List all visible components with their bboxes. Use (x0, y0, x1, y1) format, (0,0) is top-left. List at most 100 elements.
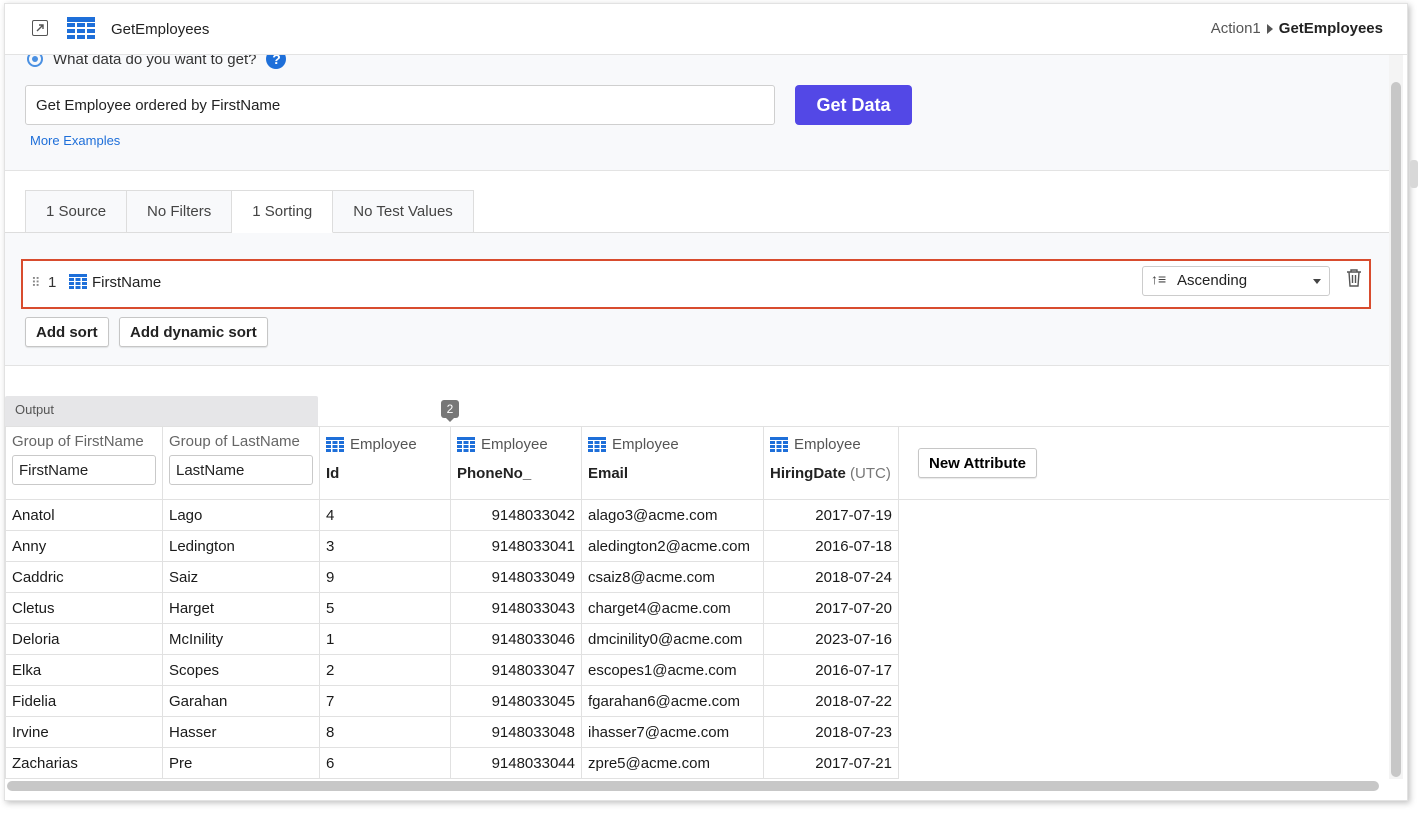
output-grid: Group of FirstName Group of LastName Emp… (5, 426, 899, 779)
cell-id: 3 (320, 531, 451, 562)
more-examples-link[interactable]: More Examples (30, 133, 120, 148)
column-attribute: HiringDate (UTC) (770, 465, 891, 482)
cell-lastname: Harget (163, 593, 320, 624)
cell-lastname: Hasser (163, 717, 320, 748)
table-row: ElkaScopes29148033047escopes1@acme.com20… (6, 655, 899, 686)
cell-id: 2 (320, 655, 451, 686)
cell-hiringdate: 2016-07-18 (764, 531, 899, 562)
cell-id: 7 (320, 686, 451, 717)
column-header-hiringdate[interactable]: Employee HiringDate (UTC) (764, 427, 899, 500)
sort-index: 1 (48, 274, 56, 291)
cell-id: 8 (320, 717, 451, 748)
column-entity: Employee (350, 436, 417, 453)
cell-firstname: Caddric (6, 562, 163, 593)
cell-phone: 9148033048 (451, 717, 582, 748)
column-attribute-suffix: (UTC) (850, 465, 891, 482)
cell-email: alago3@acme.com (582, 500, 764, 531)
cell-phone: 9148033041 (451, 531, 582, 562)
cell-id: 1 (320, 624, 451, 655)
entity-grid-icon (770, 437, 788, 452)
column-header-lastname: Group of LastName (163, 427, 320, 500)
sort-direction-value: Ascending (1177, 272, 1247, 289)
grid-header-border (898, 426, 1389, 427)
cell-email: charget4@acme.com (582, 593, 764, 624)
cell-firstname: Irvine (6, 717, 163, 748)
new-attribute-button[interactable]: New Attribute (918, 448, 1037, 478)
table-row: CaddricSaiz99148033049csaiz8@acme.com201… (6, 562, 899, 593)
chevron-down-icon (1313, 279, 1321, 284)
drag-handle-icon[interactable]: ⠿ (31, 275, 40, 291)
cell-hiringdate: 2018-07-22 (764, 686, 899, 717)
output-tab[interactable]: Output (5, 396, 318, 426)
column-entity: Employee (612, 436, 679, 453)
cell-lastname: Garahan (163, 686, 320, 717)
cell-phone: 9148033049 (451, 562, 582, 593)
firstname-column-input[interactable] (12, 455, 156, 485)
cell-lastname: Lago (163, 500, 320, 531)
cell-hiringdate: 2017-07-19 (764, 500, 899, 531)
cell-phone: 9148033042 (451, 500, 582, 531)
column-attribute-name: HiringDate (770, 465, 846, 482)
cell-phone: 9148033045 (451, 686, 582, 717)
cell-email: dmcinility0@acme.com (582, 624, 764, 655)
trash-icon[interactable] (1346, 269, 1362, 287)
column-header-email[interactable]: Employee Email (582, 427, 764, 500)
sorting-panel: ⠿ 1 FirstName ↑≡ Ascending Add sort Add … (5, 233, 1389, 366)
table-row: IrvineHasser89148033048ihasser7@acme.com… (6, 717, 899, 748)
column-attribute: Id (326, 465, 339, 482)
entity-grid-icon (326, 437, 344, 452)
count-badge: 2 (441, 400, 459, 418)
tab-test-values[interactable]: No Test Values (333, 190, 474, 233)
tabs-bar: 1 Source No Filters 1 Sorting No Test Va… (5, 171, 1389, 233)
cell-lastname: Ledington (163, 531, 320, 562)
vertical-scrollbar[interactable] (1391, 82, 1401, 777)
cell-phone: 9148033043 (451, 593, 582, 624)
tab-sorting[interactable]: 1 Sorting (232, 190, 333, 233)
tab-filters[interactable]: No Filters (127, 190, 232, 233)
cell-phone: 9148033047 (451, 655, 582, 686)
column-header-id[interactable]: Employee Id (320, 427, 451, 500)
cell-email: aledington2@acme.com (582, 531, 764, 562)
breadcrumb-parent[interactable]: Action1 (1211, 20, 1261, 37)
column-attribute: Email (588, 465, 628, 482)
cell-lastname: Pre (163, 748, 320, 779)
lastname-column-input[interactable] (169, 455, 313, 485)
sort-direction-select[interactable]: ↑≡ Ascending (1142, 266, 1330, 296)
column-entity: Employee (481, 436, 548, 453)
sort-ascending-icon: ↑≡ (1151, 271, 1166, 287)
horizontal-scrollbar[interactable] (7, 781, 1379, 791)
get-data-button[interactable]: Get Data (795, 85, 912, 125)
outer-scrollbar[interactable] (1410, 160, 1418, 188)
entity-grid-icon (67, 17, 95, 39)
breadcrumb-current: GetEmployees (1279, 20, 1383, 37)
cell-firstname: Anny (6, 531, 163, 562)
column-header-phone[interactable]: Employee PhoneNo_ (451, 427, 582, 500)
table-row: DeloriaMcInility19148033046dmcinility0@a… (6, 624, 899, 655)
column-header-firstname: Group of FirstName (6, 427, 163, 500)
sort-row[interactable]: ⠿ 1 FirstName ↑≡ Ascending (21, 259, 1371, 309)
cell-lastname: Saiz (163, 562, 320, 593)
expand-icon[interactable] (32, 20, 48, 36)
table-row: FideliaGarahan79148033045fgarahan6@acme.… (6, 686, 899, 717)
add-dynamic-sort-button[interactable]: Add dynamic sort (119, 317, 268, 347)
add-sort-button[interactable]: Add sort (25, 317, 109, 347)
query-panel: What data do you want to get? ? ⌃ Get Da… (5, 55, 1389, 171)
column-group-label: Group of FirstName (12, 433, 156, 450)
breadcrumb: Action1 GetEmployees (1211, 20, 1383, 37)
cell-hiringdate: 2017-07-21 (764, 748, 899, 779)
cell-hiringdate: 2018-07-24 (764, 562, 899, 593)
cell-id: 5 (320, 593, 451, 624)
page-title: GetEmployees (111, 21, 209, 38)
top-bar: GetEmployees Action1 GetEmployees (5, 4, 1407, 55)
table-row: CletusHarget59148033043charget4@acme.com… (6, 593, 899, 624)
cell-lastname: Scopes (163, 655, 320, 686)
query-input[interactable] (25, 85, 775, 125)
cell-lastname: McInility (163, 624, 320, 655)
column-entity: Employee (794, 436, 861, 453)
cell-firstname: Deloria (6, 624, 163, 655)
column-attribute: PhoneNo_ (457, 465, 531, 482)
cell-phone: 9148033044 (451, 748, 582, 779)
cell-firstname: Elka (6, 655, 163, 686)
cell-hiringdate: 2016-07-17 (764, 655, 899, 686)
tab-source[interactable]: 1 Source (25, 190, 127, 233)
